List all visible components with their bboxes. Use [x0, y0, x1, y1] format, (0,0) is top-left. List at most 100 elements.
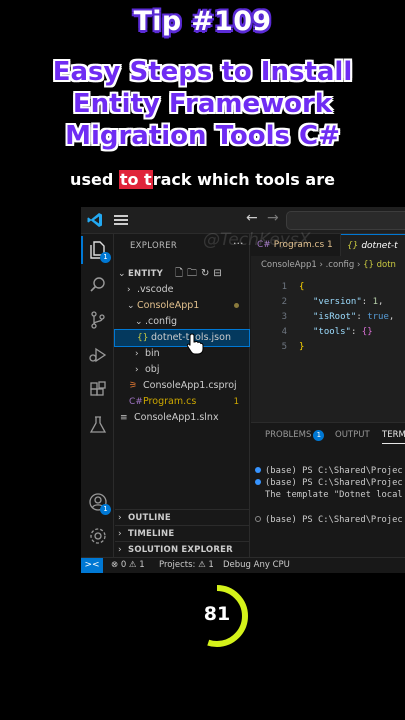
vscode-window: ← → 1 1 EXPLORER ··· ⌄ ENTITY 🗋🗀↻⊟ › .vs… — [81, 207, 405, 573]
workspace-root-label: ENTITY — [128, 269, 164, 279]
settings-gear-icon[interactable] — [88, 526, 108, 546]
section-label: SOLUTION EXPLORER — [128, 545, 233, 555]
subtitle-caption: used to track which tools are — [0, 170, 405, 189]
code-line: 5 } — [251, 340, 405, 355]
tree-item-csproj[interactable]: ⚞ ConsoleApp1.csproj — [115, 378, 249, 394]
tree-item-bin[interactable]: › bin — [115, 346, 249, 362]
explorer-badge: 1 — [100, 252, 111, 263]
terminal-line: (base) PS C:\Shared\Projec — [255, 465, 403, 477]
terminal-text: (base) PS C:\Shared\Projec — [265, 466, 403, 476]
countdown-number: 81 — [203, 603, 231, 625]
line-number: 1 — [281, 282, 287, 292]
tree-item-label: ConsoleApp1.csproj — [143, 380, 237, 391]
account-icon[interactable]: 1 — [88, 492, 111, 515]
tab-label: PROBLEMS — [265, 430, 312, 440]
breadcrumb-item[interactable]: .config — [326, 260, 355, 270]
caption-highlight: to t — [118, 170, 153, 189]
run-debug-icon[interactable] — [88, 345, 108, 365]
line-number: 2 — [281, 297, 287, 307]
tree-item-program-cs[interactable]: C#Program.cs 1 — [115, 394, 249, 410]
tip-number-title: Tip #109 — [133, 6, 272, 37]
json-value: {} — [361, 327, 373, 337]
headline-line-2: Entity Framework — [72, 89, 333, 119]
tree-item-consoleapp1[interactable]: ⌄ ConsoleApp1 — [115, 298, 249, 314]
modified-dot — [234, 303, 239, 308]
breadcrumb-item[interactable]: ConsoleApp1 — [261, 260, 317, 270]
terminal-text: The template "Dotnet local — [265, 490, 403, 500]
menu-icon[interactable] — [114, 213, 128, 227]
command-center-search[interactable] — [286, 211, 405, 230]
tab-label: dotnet-t — [361, 241, 398, 251]
code-line: 1 { — [251, 280, 405, 295]
active-indicator — [81, 236, 83, 264]
workspace-root[interactable]: ⌄ ENTITY 🗋🗀↻⊟ — [115, 266, 249, 282]
editor-area: C# Program.cs 1 {} dotnet-t ConsoleApp1 … — [251, 234, 405, 422]
activity-bar: 1 1 — [81, 234, 114, 557]
tree-item-obj[interactable]: › obj — [115, 362, 249, 378]
arrow-right-icon[interactable]: → — [267, 210, 279, 226]
extensions-icon[interactable] — [88, 380, 108, 400]
terminal-line: (base) PS C:\Shared\Projec — [255, 514, 403, 526]
tree-item-dotnet-tools-json[interactable]: {}dotnet-tools.json — [114, 329, 250, 347]
csharp-file-icon: C# — [129, 397, 143, 407]
tab-output[interactable]: OUTPUT — [335, 430, 370, 440]
json-key: "version" — [313, 297, 362, 307]
tab-label: OUTPUT — [335, 430, 370, 440]
headline-line-1: Easy Steps to Install — [52, 57, 353, 87]
tree-item-label: ConsoleApp1.slnx — [134, 412, 219, 423]
json-value: true — [367, 312, 389, 322]
bottom-panel: PROBLEMS1 OUTPUT TERMI (base) PS C:\Shar… — [251, 422, 405, 557]
section-solution-explorer[interactable]: › SOLUTION EXPLORER — [115, 541, 249, 557]
json-key: "isRoot" — [313, 312, 357, 322]
tree-item-config[interactable]: ⌄ .config — [115, 314, 249, 330]
code-text: } — [299, 342, 305, 352]
code-line: 3 "isRoot": true, — [251, 310, 405, 325]
channel-watermark: @TechKeysX — [203, 230, 311, 250]
section-label: TIMELINE — [128, 529, 175, 539]
prompt-dot — [255, 516, 261, 522]
breadcrumb-item[interactable]: {} dotn — [363, 260, 396, 270]
explorer-sidebar: EXPLORER ··· ⌄ ENTITY 🗋🗀↻⊟ › .vscode ⌄ Cons… — [114, 234, 250, 557]
explorer-title: EXPLORER — [130, 241, 178, 251]
section-outline[interactable]: › OUTLINE — [115, 509, 249, 525]
terminal-line: (base) PS C:\Shared\Projec — [255, 477, 403, 489]
json-key: "tools" — [313, 327, 351, 337]
line-number: 4 — [281, 327, 287, 337]
status-debug-config[interactable]: Debug Any CPU — [223, 560, 290, 570]
status-projects[interactable]: Projects: ⚠ 1 — [159, 560, 214, 570]
testing-icon[interactable] — [88, 415, 108, 435]
line-number: 3 — [281, 312, 287, 322]
files-icon[interactable]: 1 — [88, 240, 111, 263]
breadcrumb: ConsoleApp1 › .config › {} dotn — [261, 260, 396, 270]
success-dot — [255, 479, 261, 485]
tab-dotnet-tools[interactable]: {} dotnet-t — [341, 234, 405, 256]
explorer-toolbar[interactable]: 🗋🗀↻⊟ — [175, 266, 226, 282]
arrow-left-icon[interactable]: ← — [246, 210, 258, 226]
problem-count: 1 — [233, 397, 239, 407]
tree-item-vscode[interactable]: › .vscode — [115, 282, 249, 298]
hand-pointer-icon — [186, 333, 204, 355]
vscode-logo-icon[interactable] — [87, 212, 103, 228]
section-label: OUTLINE — [128, 513, 171, 523]
code-line: 4 "tools": {} — [251, 325, 405, 340]
tab-problems[interactable]: PROBLEMS 1 — [265, 430, 325, 441]
success-dot — [255, 467, 261, 473]
caption-text-pre: used — [70, 170, 119, 189]
tree-item-label: bin — [145, 348, 160, 359]
section-timeline[interactable]: › TIMELINE — [115, 525, 249, 541]
rss-file-icon: ⚞ — [129, 381, 138, 391]
tree-item-label: .config — [145, 316, 178, 327]
source-control-icon[interactable] — [88, 310, 108, 330]
search-icon[interactable] — [88, 275, 108, 295]
tree-item-label: obj — [145, 364, 160, 375]
video-headline: Easy Steps to Install Entity Framework M… — [0, 56, 405, 152]
problems-badge: 1 — [313, 430, 325, 441]
status-problems[interactable]: ⊗ 0 ⚠ 1 — [111, 560, 145, 570]
tab-label: TERMI — [382, 430, 405, 440]
tree-item-slnx[interactable]: ≡ ConsoleApp1.slnx — [115, 410, 249, 426]
account-badge: 1 — [100, 504, 111, 515]
remote-indicator-icon[interactable]: >< — [81, 558, 103, 573]
json-file-icon: {} — [137, 333, 149, 343]
tab-terminal[interactable]: TERMI — [382, 430, 405, 444]
line-number: 5 — [281, 342, 287, 352]
